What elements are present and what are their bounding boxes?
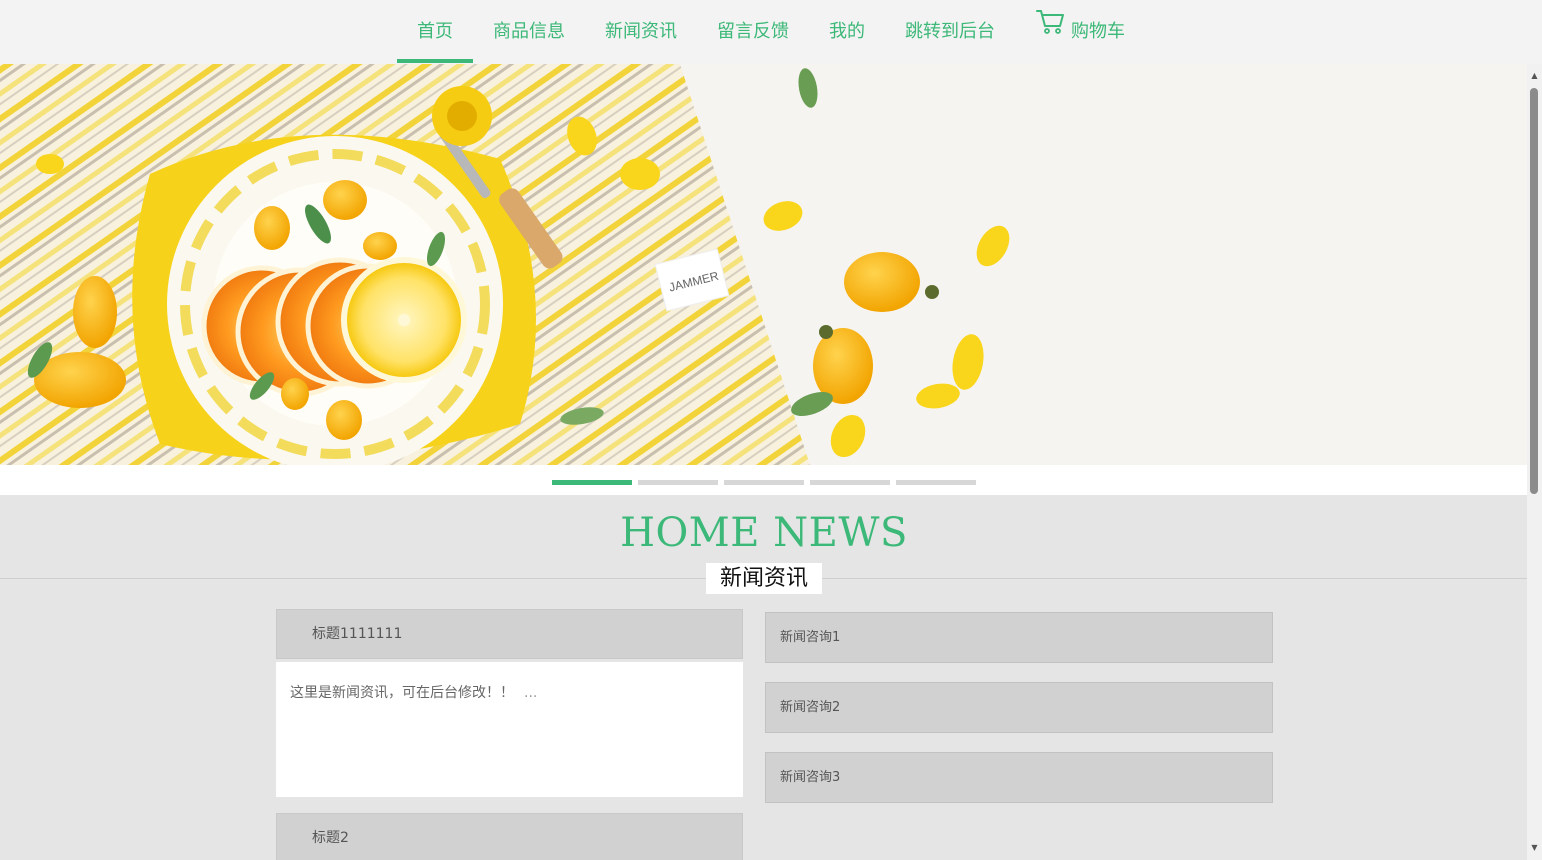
nav-item-admin[interactable]: 跳转到后台 [905, 0, 995, 64]
news-list-item-3[interactable]: 新闻咨询3 [765, 752, 1273, 803]
top-nav: 首页 商品信息 新闻资讯 留言反馈 我的 跳转到后台 购物车 [0, 0, 1542, 64]
nav-item-products[interactable]: 商品信息 [493, 0, 565, 64]
section-subtitle: 新闻资讯 [706, 563, 822, 594]
nav-item-cart-label: 购物车 [1071, 21, 1125, 42]
news-list-item-1[interactable]: 新闻咨询1 [765, 612, 1273, 663]
carousel-dot-2[interactable] [638, 480, 718, 485]
scrollbar-thumb[interactable] [1530, 88, 1538, 494]
nav-item-home-label: 首页 [417, 21, 453, 42]
nav-item-news[interactable]: 新闻资讯 [605, 0, 677, 64]
featured-news-summary: 这里是新闻资讯，可在后台修改！！ [290, 685, 514, 701]
featured-news-body[interactable]: 这里是新闻资讯，可在后台修改！！... [276, 662, 743, 797]
carousel-dot-3[interactable] [724, 480, 804, 485]
carousel-dot-1[interactable] [552, 480, 632, 485]
carousel-dot-4[interactable] [810, 480, 890, 485]
nav-item-home[interactable]: 首页 [397, 0, 473, 64]
cart-icon [1036, 0, 1065, 61]
carousel-indicators [0, 465, 1528, 495]
banner-carousel[interactable]: JAMMER [0, 64, 1528, 465]
nav-item-cart[interactable]: 购物车 [1036, 0, 1125, 64]
second-news-title[interactable]: 标题2 [276, 813, 743, 860]
scroll-down-arrow-icon[interactable]: ▼ [1527, 840, 1542, 856]
scroll-up-arrow-icon[interactable]: ▲ [1527, 68, 1542, 84]
section-title: HOME NEWS [620, 510, 908, 556]
active-nav-indicator [397, 59, 473, 63]
carousel-dot-5[interactable] [896, 480, 976, 485]
banner-image: JAMMER [0, 64, 1528, 465]
page-scrollbar[interactable]: ▲ ▼ [1527, 64, 1542, 860]
nav-item-feedback[interactable]: 留言反馈 [717, 0, 789, 64]
read-more-link[interactable]: ... [524, 685, 537, 701]
nav-item-mine[interactable]: 我的 [829, 0, 865, 64]
featured-news-title[interactable]: 标题1111111 [276, 609, 743, 659]
news-list-item-2[interactable]: 新闻咨询2 [765, 682, 1273, 733]
